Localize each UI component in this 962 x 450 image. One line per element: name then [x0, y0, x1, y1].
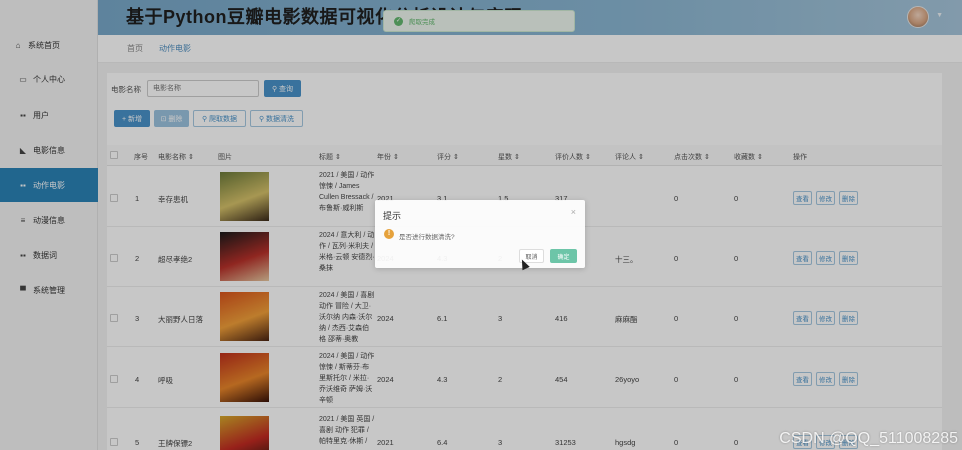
warning-icon: ! [384, 229, 394, 239]
confirm-dialog: 提示 × ! 是否进行数据清洗? 取消 确定 [375, 200, 585, 268]
watermark: CSDN @QQ_511008285 [779, 430, 958, 447]
close-icon[interactable]: × [571, 207, 576, 217]
dialog-confirm-button[interactable]: 确定 [550, 249, 577, 263]
dialog-title: 提示 [383, 211, 402, 221]
dialog-message: 是否进行数据清洗? [399, 234, 455, 241]
